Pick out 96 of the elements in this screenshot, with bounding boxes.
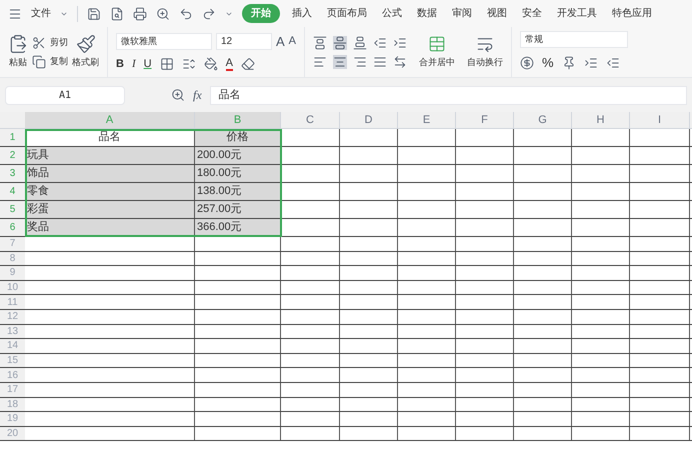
row-header[interactable]: 13 bbox=[0, 324, 25, 338]
row-header[interactable]: 16 bbox=[0, 368, 25, 382]
row-header[interactable]: 20 bbox=[0, 426, 25, 440]
format-painter-button[interactable]: 格式刷 bbox=[72, 56, 99, 70]
row-header[interactable]: 18 bbox=[0, 398, 25, 412]
function-button[interactable]: fx bbox=[193, 86, 202, 104]
column-header[interactable]: E bbox=[398, 112, 456, 128]
table-cell: 零食 bbox=[25, 183, 195, 200]
row-header[interactable]: 10 bbox=[0, 280, 25, 294]
table-cell: 200.00元 bbox=[195, 147, 281, 164]
ribbon-tab[interactable]: 数据 bbox=[414, 4, 440, 23]
row-header[interactable]: 5 bbox=[0, 201, 25, 218]
ribbon-tab[interactable]: 视图 bbox=[484, 4, 510, 23]
align-bottom-icon[interactable] bbox=[353, 36, 368, 50]
merge-center-button[interactable]: 合并居中 bbox=[419, 56, 456, 70]
merge-cells-icon[interactable] bbox=[428, 34, 446, 53]
table-cell: 彩蛋 bbox=[25, 201, 195, 218]
table-cell: 366.00元 bbox=[195, 219, 281, 236]
redo-icon[interactable] bbox=[202, 6, 216, 20]
row-header[interactable]: 1 bbox=[0, 129, 25, 146]
column-header[interactable]: B bbox=[195, 112, 281, 128]
copy-icon[interactable] bbox=[32, 54, 46, 68]
number-format-field[interactable]: 常规 bbox=[520, 31, 628, 48]
eraser-icon[interactable] bbox=[240, 57, 255, 72]
table-cell: 180.00元 bbox=[195, 165, 281, 182]
cut-icon[interactable] bbox=[32, 36, 46, 50]
table-cell: 138.00元 bbox=[195, 183, 281, 200]
ribbon-tab[interactable]: 审阅 bbox=[449, 4, 475, 23]
row-header[interactable]: 15 bbox=[0, 354, 25, 368]
column-header[interactable]: I bbox=[630, 112, 690, 128]
table-cell: 257.00元 bbox=[195, 201, 281, 218]
paste-icon[interactable] bbox=[8, 34, 28, 54]
table-cell: 饰品 bbox=[25, 165, 195, 182]
bold-button[interactable]: B bbox=[116, 56, 124, 72]
row-header[interactable]: 19 bbox=[0, 412, 25, 426]
row-header[interactable]: 17 bbox=[0, 382, 25, 397]
undo-icon[interactable] bbox=[179, 6, 193, 20]
row-header[interactable]: 3 bbox=[0, 165, 25, 182]
ribbon-tab[interactable]: 公式 bbox=[379, 4, 405, 23]
table-cell: 奖品 bbox=[25, 219, 195, 236]
ribbon-tab[interactable]: 插入 bbox=[289, 4, 315, 23]
cut-button[interactable]: 剪切 bbox=[50, 36, 68, 50]
distribute-icon[interactable] bbox=[393, 54, 408, 68]
font-size-field[interactable]: 12 bbox=[216, 32, 272, 50]
zoom-icon[interactable] bbox=[171, 88, 185, 102]
column-header[interactable]: G bbox=[514, 112, 572, 128]
column-header[interactable]: C bbox=[281, 112, 340, 128]
shrink-font-button[interactable]: A bbox=[288, 33, 296, 50]
preview-icon[interactable] bbox=[156, 6, 170, 20]
justify-icon[interactable] bbox=[373, 54, 388, 68]
percent-button[interactable]: % bbox=[542, 53, 554, 73]
ribbon-tab[interactable]: 页面布局 bbox=[324, 4, 370, 23]
name-box[interactable]: A1 bbox=[5, 86, 125, 104]
row-header[interactable]: 7 bbox=[0, 237, 25, 251]
row-header[interactable]: 6 bbox=[0, 219, 25, 236]
row-header[interactable]: 11 bbox=[0, 295, 25, 309]
align-center-icon[interactable] bbox=[333, 54, 348, 68]
column-header[interactable]: D bbox=[340, 112, 398, 128]
file-menu[interactable]: 文件 bbox=[31, 6, 51, 21]
row-header[interactable]: 9 bbox=[0, 266, 25, 280]
grow-font-button[interactable]: A bbox=[276, 32, 285, 51]
column-header[interactable]: A bbox=[25, 112, 195, 128]
underline-button[interactable]: U bbox=[144, 56, 152, 72]
formula-field[interactable]: 品名 bbox=[210, 86, 687, 104]
menu-icon[interactable] bbox=[8, 6, 22, 20]
row-header[interactable]: 2 bbox=[0, 147, 25, 164]
document-icon[interactable] bbox=[110, 6, 124, 20]
currency-icon[interactable] bbox=[520, 56, 534, 70]
paintbrush-icon[interactable] bbox=[76, 34, 96, 54]
row-header[interactable]: 4 bbox=[0, 183, 25, 200]
align-middle-icon[interactable] bbox=[333, 36, 348, 50]
column-header[interactable]: F bbox=[456, 112, 514, 128]
row-header[interactable]: 8 bbox=[0, 252, 25, 266]
fill-color-icon[interactable] bbox=[204, 57, 218, 72]
align-right-icon[interactable] bbox=[353, 54, 368, 68]
row-header[interactable]: 14 bbox=[0, 339, 25, 353]
table-cell: 玩具 bbox=[25, 147, 195, 164]
paste-button[interactable]: 粘贴 bbox=[9, 56, 27, 70]
indent-decrease-icon[interactable] bbox=[373, 36, 388, 50]
wrap-text-button[interactable]: 自动换行 bbox=[467, 56, 504, 70]
align-left-icon[interactable] bbox=[313, 54, 328, 68]
save-icon[interactable] bbox=[87, 6, 101, 20]
align-top-icon[interactable] bbox=[313, 36, 328, 50]
indent-increase-icon[interactable] bbox=[393, 36, 408, 50]
row-header[interactable]: 12 bbox=[0, 310, 25, 324]
italic-button[interactable]: I bbox=[132, 56, 136, 72]
copy-button[interactable]: 复制 bbox=[50, 54, 68, 68]
ribbon-tab[interactable]: 安全 bbox=[519, 4, 545, 23]
column-header[interactable]: H bbox=[572, 112, 630, 128]
ribbon-tab[interactable]: 开始 bbox=[242, 4, 280, 23]
ribbon-tab[interactable]: 开发工具 bbox=[554, 4, 600, 23]
ribbon-tab[interactable]: 特色应用 bbox=[609, 4, 655, 23]
print-icon[interactable] bbox=[133, 6, 147, 20]
font-name-field[interactable]: 微软雅黑 bbox=[116, 32, 212, 50]
font-color-button[interactable]: A bbox=[226, 58, 233, 71]
borders-icon[interactable] bbox=[160, 57, 174, 72]
